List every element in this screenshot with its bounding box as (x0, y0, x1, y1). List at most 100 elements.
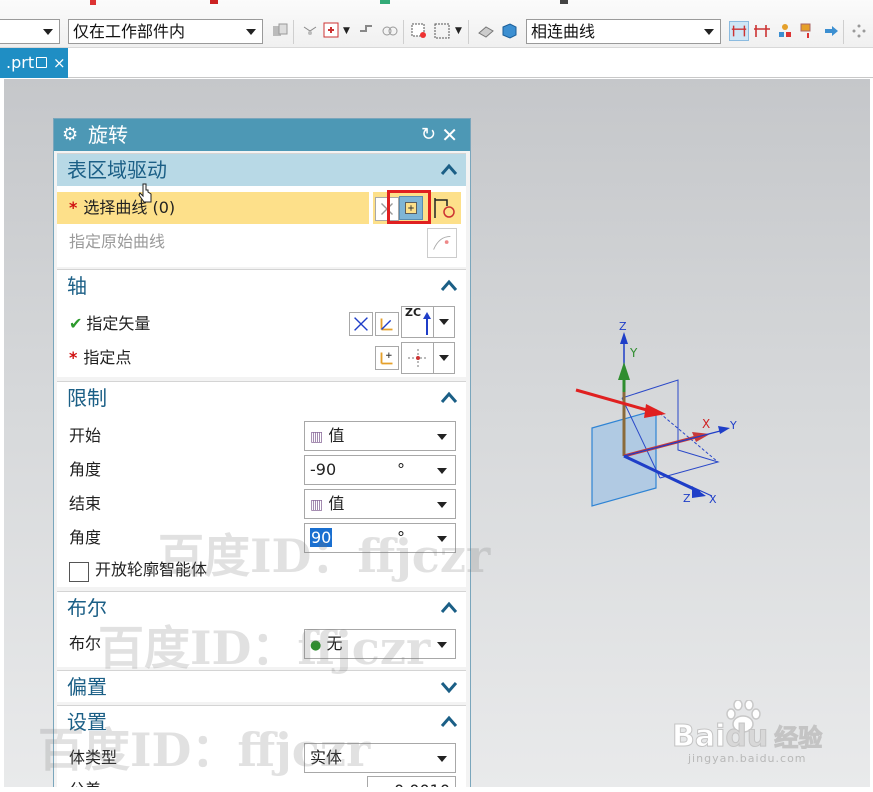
toolbar-top-icons-cropped (90, 0, 568, 5)
select-curve-row[interactable]: * 选择曲线 (0) (57, 192, 369, 224)
close-icon[interactable]: ✕ (441, 119, 458, 151)
rectangle-select-icon[interactable] (432, 21, 452, 41)
close-icon[interactable]: × (53, 48, 66, 78)
angle2-input[interactable]: 90 ° (304, 523, 456, 553)
chevron-up-icon[interactable] (438, 160, 460, 180)
section-axis-header[interactable]: 轴 (57, 270, 466, 302)
chevron-down-icon[interactable]: ▼ (343, 21, 351, 41)
section-limits-header[interactable]: 限制 (57, 382, 466, 414)
revolve-dialog: ⚙ 旋转 ↻ ✕ 表区域驱动 * 选择曲线 (0) 指定原始曲线 轴 ✔ 指定矢量 (53, 118, 471, 792)
axis-label-x-red: X (702, 417, 710, 431)
select-curve-label: 选择曲线 (0) (83, 198, 176, 217)
chevron-down-icon[interactable]: ▼ (455, 21, 463, 41)
body-filter-icon[interactable] (499, 21, 519, 41)
start-type-select[interactable]: ▥ 值 (304, 421, 456, 451)
chevron-down-icon (437, 642, 447, 648)
axis-label-y-blue: Y (729, 419, 737, 432)
select-all-icon[interactable] (409, 21, 429, 41)
chevron-down-icon (437, 756, 447, 762)
section-limits: 限制 开始 ▥ 值 角度 -90 ° 结束 ▥ 值 角度 90 ° 开放轮廓智能… (57, 381, 466, 587)
open-profile-label: 开放轮廓智能体 (95, 560, 208, 579)
start-label: 开始 (69, 426, 102, 445)
required-star-icon: * (69, 348, 78, 367)
boolean-label: 布尔 (69, 634, 102, 653)
angle2-value: 90 (310, 528, 333, 547)
toolbar-separator (403, 20, 404, 44)
chevron-down-icon[interactable] (438, 677, 460, 697)
curve-rule-combo[interactable]: 相连曲线 (526, 19, 721, 44)
tab-part-file-label: .prt (6, 53, 35, 72)
value-icon: ▥ (310, 497, 324, 513)
arrow-right-icon[interactable] (821, 21, 841, 41)
scope-combo[interactable]: 仅在工作部件内 (68, 19, 263, 44)
vector-type-dropdown[interactable] (433, 306, 455, 338)
filter-combo[interactable] (0, 19, 60, 44)
select-filter-icon[interactable] (322, 21, 342, 41)
vector-dialog-icon[interactable] (375, 312, 399, 336)
section-settings-title: 设置 (67, 710, 107, 734)
section-axis-title: 轴 (67, 274, 87, 298)
chevron-down-icon (439, 355, 449, 361)
specify-original-curve-label: 指定原始曲线 (69, 232, 166, 251)
snap-point-icon[interactable] (300, 21, 320, 41)
connect-icon[interactable] (356, 21, 376, 41)
required-star-icon: * (69, 198, 78, 217)
dialog-title-bar[interactable]: ⚙ 旋转 ↻ ✕ (54, 119, 470, 151)
rotation-preview-triad: Z Y X Y Z X (575, 320, 737, 507)
specify-vector-label: 指定矢量 (86, 314, 151, 333)
reset-icon[interactable]: ↻ (421, 119, 436, 151)
section-settings-header[interactable]: 设置 (57, 706, 466, 738)
chevron-down-icon (246, 29, 256, 35)
angle1-unit: ° (397, 460, 405, 479)
chevron-up-icon[interactable] (438, 276, 460, 296)
face-filter-icon[interactable] (476, 21, 496, 41)
section-boolean-header[interactable]: 布尔 (57, 592, 466, 624)
gear-icon[interactable]: ⚙ (62, 119, 78, 151)
boolean-select[interactable]: ● 无 (304, 629, 456, 659)
chevron-down-icon (437, 502, 447, 508)
flow-icon[interactable] (798, 21, 818, 41)
angle2-unit: ° (397, 528, 405, 547)
chevron-up-icon[interactable] (438, 388, 460, 408)
section-drive-title: 表区域驱动 (67, 158, 167, 182)
end-type-select[interactable]: ▥ 值 (304, 489, 456, 519)
angle1-input[interactable]: -90 ° (304, 455, 456, 485)
chevron-down-icon (437, 434, 447, 440)
angle2-label: 角度 (69, 528, 102, 547)
angle1-label: 角度 (69, 460, 102, 479)
body-type-select[interactable]: 实体 (304, 743, 456, 773)
link-icon[interactable] (380, 21, 400, 41)
tab-part-file[interactable]: .prt × (0, 48, 68, 78)
toolbar-separator (843, 20, 844, 44)
chevron-up-icon[interactable] (438, 598, 460, 618)
checkmark-icon: ✔ (69, 314, 83, 333)
stop-at-intersection-icon[interactable] (729, 21, 749, 41)
body-type-label: 体类型 (69, 748, 118, 767)
point-type-dropdown[interactable] (433, 342, 455, 374)
section-drive-header[interactable]: 表区域驱动 (57, 154, 466, 186)
reverse-direction-icon[interactable] (349, 312, 373, 336)
selection-toolbar: 仅在工作部件内 ▼ ▼ 相连曲线 (0, 0, 873, 48)
grid-snap-icon[interactable] (849, 21, 869, 41)
mouse-cursor-icon (138, 183, 152, 203)
assembly-gray-icon[interactable] (270, 21, 290, 41)
chevron-down-icon (437, 536, 447, 542)
window-icon[interactable] (36, 57, 47, 68)
feature-curves-icon[interactable] (775, 21, 795, 41)
frame-edge (0, 787, 873, 792)
sketch-section-icon[interactable] (431, 194, 459, 222)
crosshair-icon (408, 349, 428, 367)
follow-fillet-icon[interactable] (752, 21, 772, 41)
chevron-up-icon[interactable] (438, 712, 460, 732)
curve-rule-combo-value: 相连曲线 (531, 22, 596, 41)
point-dialog-icon[interactable] (375, 346, 399, 370)
baidu-url: jingyan.baidu.com (688, 752, 807, 765)
axis-label-y-green: Y (629, 346, 638, 360)
open-profile-row[interactable]: 开放轮廓智能体 (57, 554, 466, 586)
toolbar-separator (293, 20, 294, 44)
open-profile-checkbox[interactable] (69, 562, 89, 582)
section-offset-header[interactable]: 偏置 (57, 671, 466, 703)
section-limits-title: 限制 (67, 386, 107, 410)
zc-arrow-icon (423, 312, 431, 335)
baidu-jingyan-logo: Baidu 经验 jingyan.baidu.com (671, 700, 832, 770)
